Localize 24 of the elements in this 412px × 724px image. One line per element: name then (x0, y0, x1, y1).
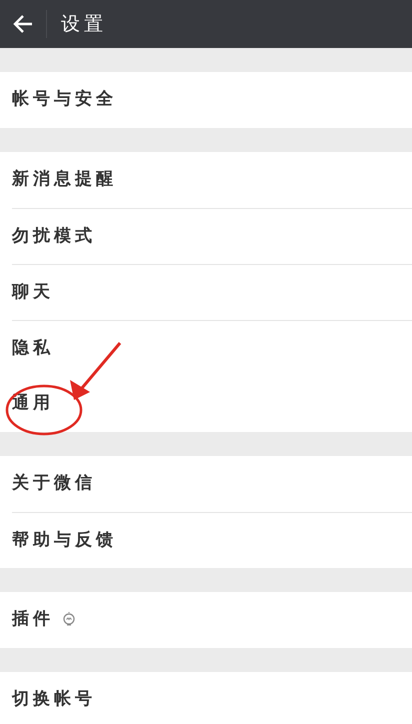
item-label: 帮助与反馈 (12, 528, 117, 552)
settings-item[interactable]: 通用 (0, 376, 412, 432)
settings-item[interactable]: 帮助与反馈 (12, 512, 412, 568)
settings-item[interactable]: 插件 (0, 592, 412, 648)
page-title: 设置 (61, 12, 107, 37)
settings-item[interactable]: 切换帐号 (0, 672, 412, 724)
back-arrow-icon (12, 13, 34, 35)
settings-item[interactable]: 聊天 (12, 264, 412, 320)
item-label: 帐号与安全 (12, 88, 117, 112)
item-label: 新消息提醒 (12, 168, 117, 192)
settings-item[interactable]: 关于微信 (0, 456, 412, 512)
item-label: 切换帐号 (12, 688, 96, 712)
item-label: 聊天 (12, 280, 54, 304)
item-label: 通用 (12, 392, 54, 416)
pointer-arrow (70, 342, 122, 400)
item-label: 插件 (12, 608, 54, 632)
item-label: 勿扰模式 (12, 224, 96, 248)
settings-item[interactable]: 新消息提醒 (0, 152, 412, 208)
settings-item[interactable]: 帐号与安全 (0, 72, 412, 128)
item-label: 隐私 (12, 336, 54, 360)
settings-item[interactable]: 隐私 (12, 320, 412, 376)
item-label: 关于微信 (12, 472, 96, 496)
settings-item[interactable]: 勿扰模式 (12, 208, 412, 264)
lightbulb-icon (62, 612, 76, 628)
